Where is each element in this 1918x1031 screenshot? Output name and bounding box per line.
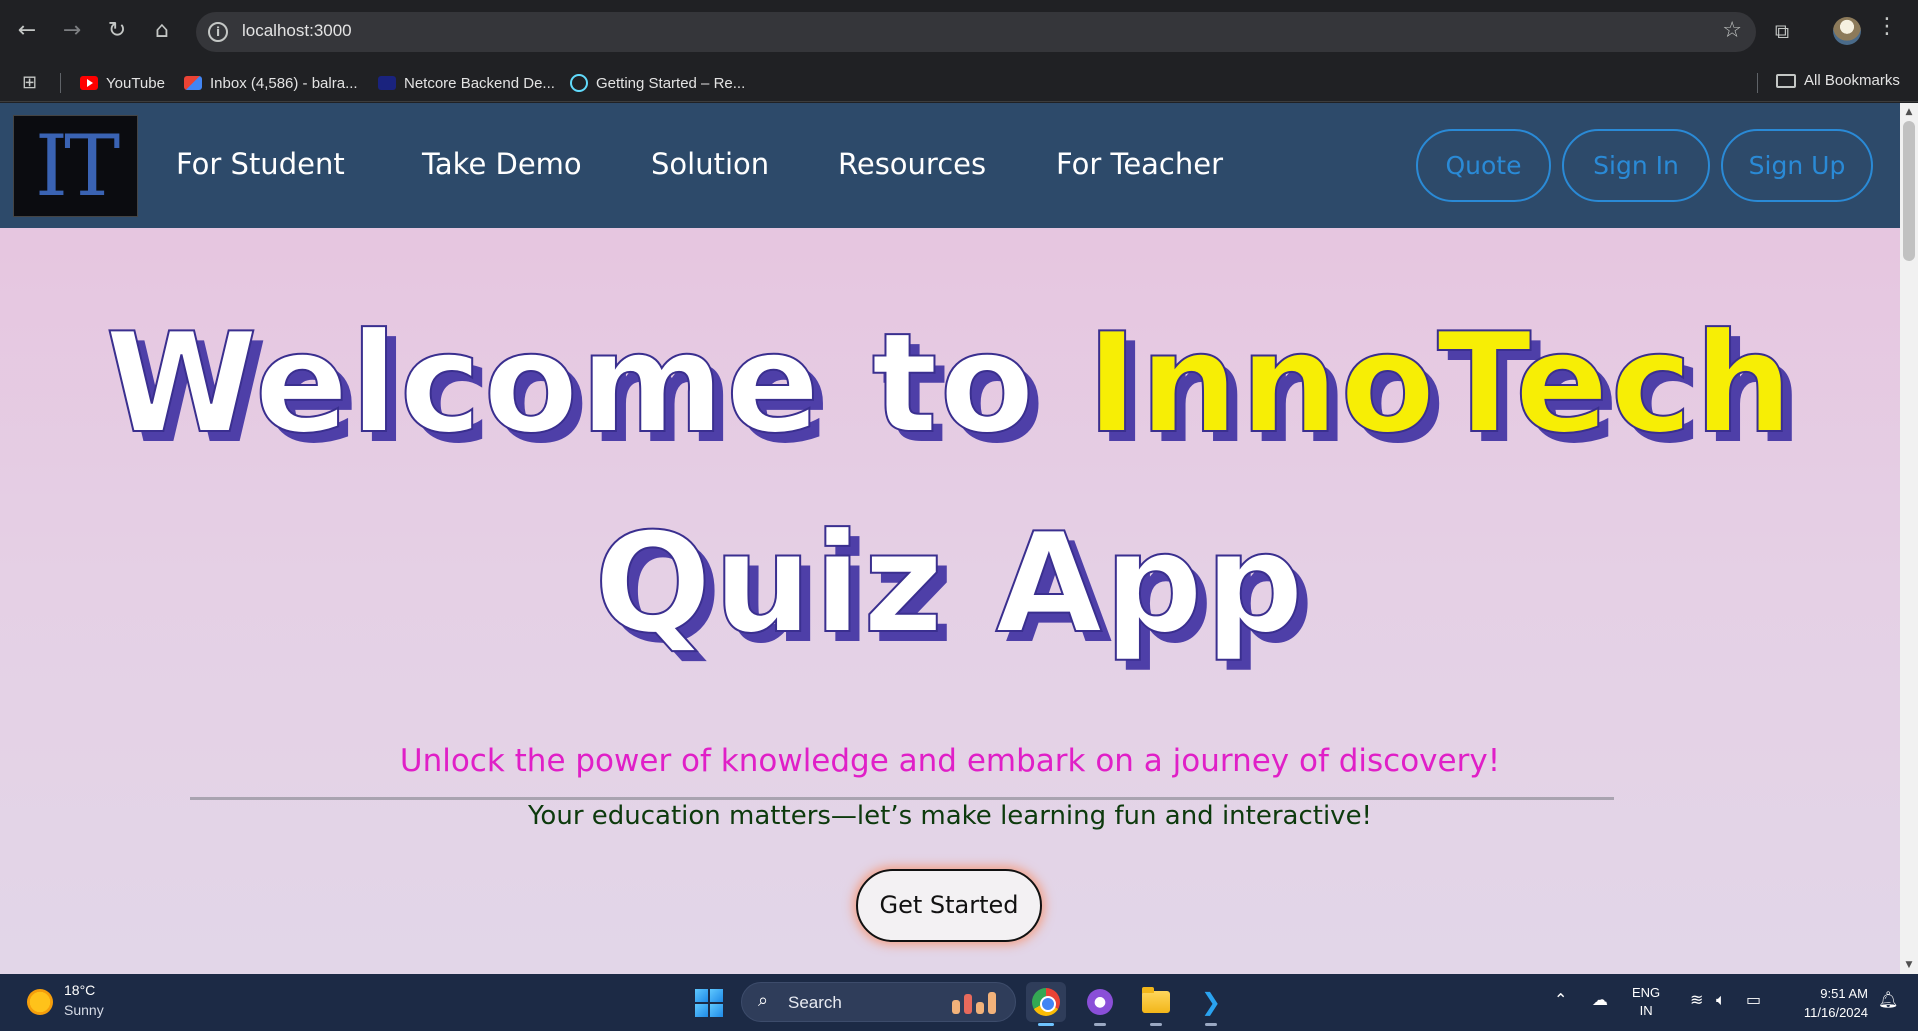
profile-avatar[interactable] bbox=[1833, 17, 1861, 45]
home-icon[interactable]: ⌂ bbox=[144, 13, 180, 49]
taskbar: 18°C Sunny ⌕ Search ● ❯ ⌃ ☁ ENG IN ≋ 🔈︎ … bbox=[0, 974, 1918, 1031]
youtube-icon bbox=[80, 76, 98, 90]
bookmark-youtube[interactable]: YouTube bbox=[80, 72, 165, 94]
taskbar-chrome[interactable] bbox=[1026, 982, 1066, 1026]
back-icon[interactable]: ← bbox=[9, 13, 45, 49]
hero-divider bbox=[190, 797, 1614, 800]
all-bookmarks-label: All Bookmarks bbox=[1804, 72, 1900, 89]
taskbar-clock[interactable]: 9:51 AM 11/16/2024 bbox=[1782, 984, 1868, 1022]
bookmark-label: Netcore Backend De... bbox=[404, 74, 555, 92]
windows-start-icon[interactable] bbox=[695, 989, 723, 1017]
hero-title-brand: InnoTech bbox=[1085, 302, 1795, 465]
bookmarks-bar: ⊞ YouTube Inbox (4,586) - balra... Netco… bbox=[0, 62, 1918, 102]
weather-condition[interactable]: Sunny bbox=[64, 1002, 104, 1018]
hero-tagline: Unlock the power of knowledge and embark… bbox=[399, 743, 1501, 779]
search-highlight-icon bbox=[952, 992, 1002, 1014]
url-text: localhost:3000 bbox=[242, 21, 352, 40]
bookmark-star-icon[interactable]: ☆ bbox=[1722, 18, 1742, 43]
react-icon bbox=[570, 74, 588, 92]
clock-date: 11/16/2024 bbox=[1803, 1005, 1868, 1020]
github-icon: ● bbox=[1087, 989, 1113, 1015]
sun-icon[interactable] bbox=[27, 989, 53, 1015]
menu-icon[interactable]: ⋮ bbox=[1876, 14, 1898, 39]
language-indicator[interactable]: ENG IN bbox=[1632, 984, 1660, 1020]
site-navbar: IT For Student Take Demo Solution Resour… bbox=[0, 103, 1900, 228]
nav-resources[interactable]: Resources bbox=[838, 147, 986, 181]
volume-icon[interactable]: 🔈︎ bbox=[1716, 990, 1726, 1010]
page-viewport: IT For Student Take Demo Solution Resour… bbox=[0, 103, 1900, 974]
gmail-icon bbox=[184, 76, 202, 90]
language-region: IN bbox=[1639, 1003, 1653, 1018]
bookmarks-divider bbox=[1757, 73, 1758, 93]
nav-for-student[interactable]: For Student bbox=[176, 147, 345, 181]
quote-button[interactable]: Quote bbox=[1416, 129, 1551, 202]
site-logo[interactable]: IT bbox=[13, 115, 138, 217]
search-icon: ⌕ bbox=[758, 990, 769, 1011]
taskbar-github-desktop[interactable]: ● bbox=[1080, 982, 1120, 1026]
all-bookmarks[interactable]: All Bookmarks bbox=[1776, 72, 1900, 89]
bookmark-label: Getting Started – Re... bbox=[596, 74, 746, 92]
bookmarks-divider bbox=[60, 73, 61, 93]
battery-icon[interactable]: ▭ bbox=[1746, 990, 1761, 1009]
cloud-icon[interactable]: ☁ bbox=[1592, 990, 1608, 1009]
clock-time: 9:51 AM bbox=[1820, 986, 1868, 1001]
hero-title-line1: Welcome to InnoTech bbox=[0, 302, 1900, 465]
extensions-icon[interactable]: ⧉ bbox=[1765, 14, 1799, 48]
bookmark-label: Inbox (4,586) - balra... bbox=[210, 74, 358, 92]
site-info-icon[interactable]: i bbox=[208, 22, 228, 42]
netcore-icon bbox=[378, 76, 396, 90]
notification-bell-icon[interactable]: 🔔︎ bbox=[1878, 990, 1898, 1009]
bookmark-label: YouTube bbox=[106, 74, 165, 92]
reload-icon[interactable]: ↻ bbox=[99, 13, 135, 49]
taskbar-search[interactable]: ⌕ Search bbox=[741, 982, 1016, 1022]
get-started-button[interactable]: Get Started bbox=[856, 869, 1042, 942]
sign-in-button[interactable]: Sign In bbox=[1562, 129, 1710, 202]
hero-title-line2: Quiz App bbox=[593, 502, 1306, 665]
hero-title-prefix: Welcome to bbox=[104, 302, 1087, 465]
sign-up-button[interactable]: Sign Up bbox=[1721, 129, 1873, 202]
browser-toolbar: ← → ↻ ⌂ i localhost:3000 ☆ ⧉ ⋮ bbox=[0, 0, 1918, 62]
forward-icon[interactable]: → bbox=[54, 13, 90, 49]
nav-solution[interactable]: Solution bbox=[651, 147, 769, 181]
wifi-icon[interactable]: ≋ bbox=[1690, 990, 1703, 1009]
scroll-down-icon[interactable]: ▼ bbox=[1904, 960, 1914, 970]
scroll-up-icon[interactable]: ▲ bbox=[1904, 107, 1914, 117]
vscode-icon: ❯ bbox=[1200, 988, 1222, 1016]
apps-grid-icon[interactable]: ⊞ bbox=[22, 72, 37, 93]
taskbar-vscode[interactable]: ❯ bbox=[1191, 982, 1231, 1026]
language-code: ENG bbox=[1632, 985, 1661, 1000]
chrome-icon bbox=[1032, 988, 1060, 1016]
hero-subline: Your education matters—let’s make learni… bbox=[528, 801, 1372, 831]
weather-temperature[interactable]: 18°C bbox=[64, 982, 95, 998]
taskbar-file-explorer[interactable] bbox=[1136, 982, 1176, 1026]
bookmark-netcore[interactable]: Netcore Backend De... bbox=[378, 72, 555, 94]
taskbar-search-label: Search bbox=[788, 993, 842, 1012]
file-explorer-icon bbox=[1142, 987, 1170, 1013]
scroll-thumb[interactable] bbox=[1903, 121, 1915, 261]
bookmark-getting-started[interactable]: Getting Started – Re... bbox=[570, 72, 745, 94]
folder-icon bbox=[1776, 73, 1796, 88]
nav-take-demo[interactable]: Take Demo bbox=[422, 147, 582, 181]
chevron-up-icon[interactable]: ⌃ bbox=[1554, 990, 1567, 1009]
page-scrollbar[interactable]: ▲ ▼ bbox=[1900, 103, 1918, 974]
address-bar[interactable]: i localhost:3000 ☆ bbox=[196, 12, 1756, 52]
bookmark-inbox[interactable]: Inbox (4,586) - balra... bbox=[184, 72, 358, 94]
nav-for-teacher[interactable]: For Teacher bbox=[1056, 147, 1223, 181]
